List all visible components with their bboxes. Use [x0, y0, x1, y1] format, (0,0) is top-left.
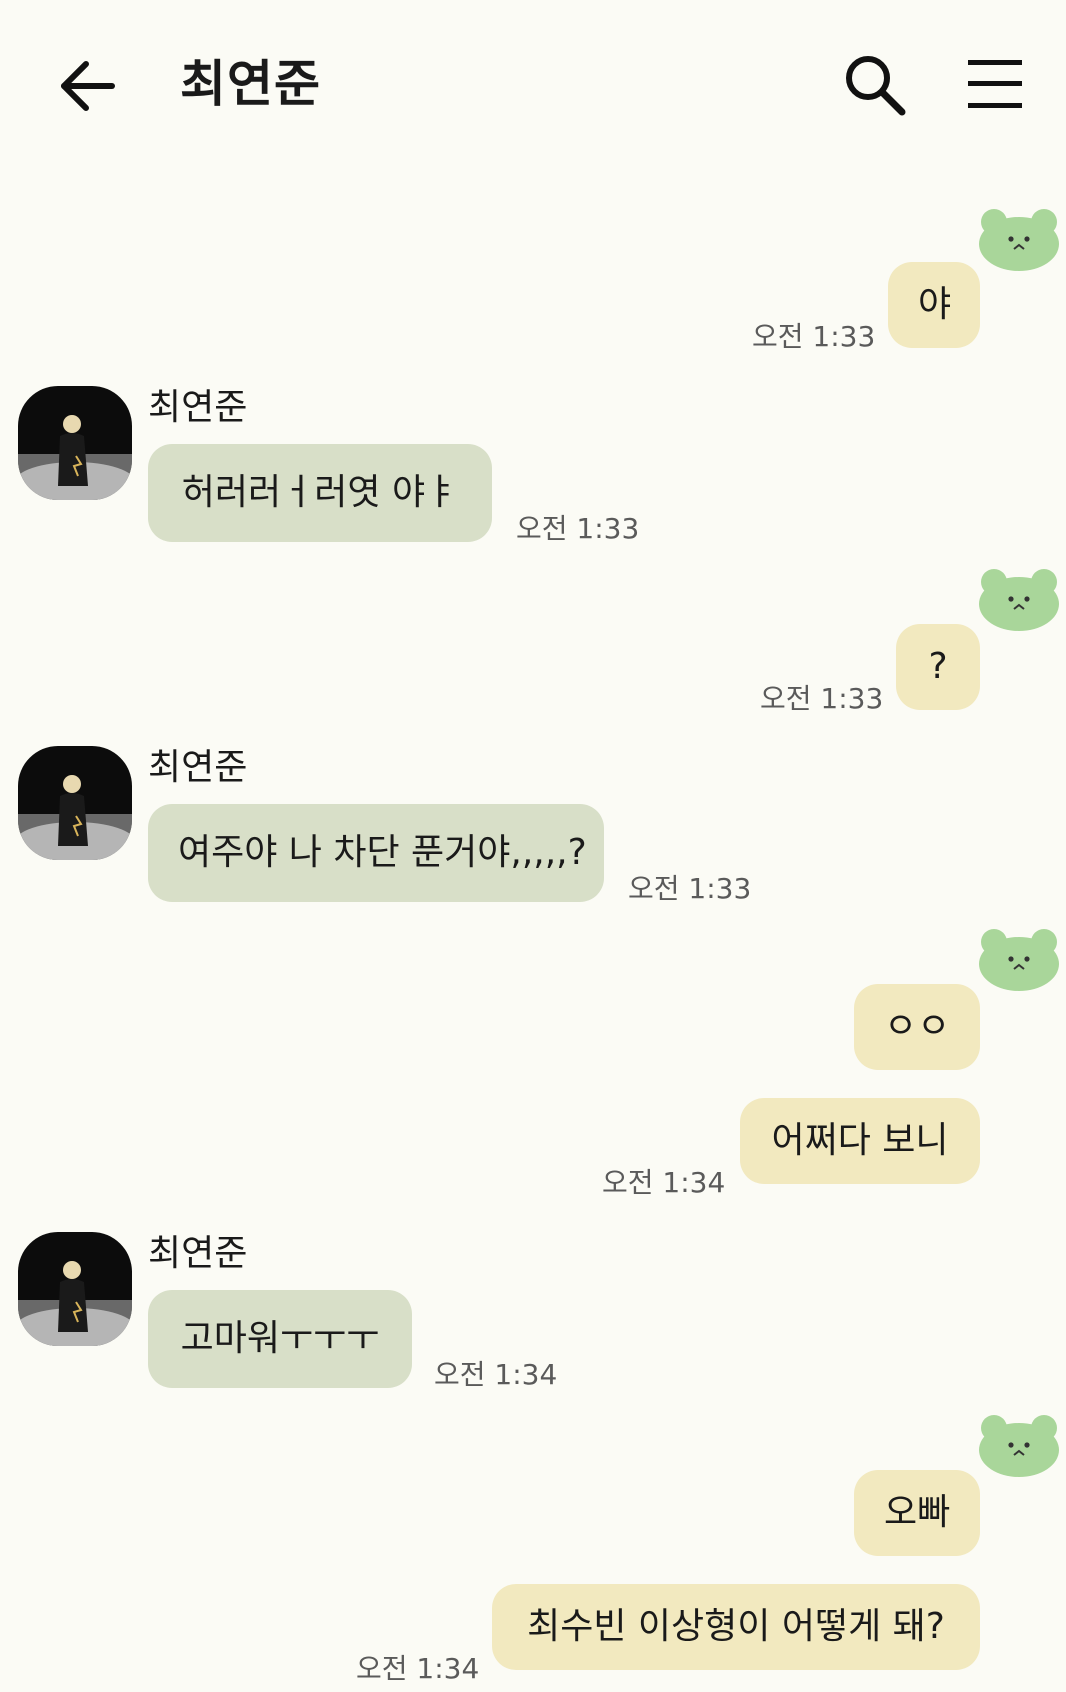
message-time: 오전 1:33 [516, 512, 640, 545]
back-button[interactable] [58, 56, 118, 116]
chat-header: 최연준 [0, 0, 1066, 170]
my-message-bubble: 최수빈 이상형이 어떻게 돼? [492, 1584, 980, 1670]
message-time: 오전 1:33 [752, 320, 876, 353]
message-time: 오전 1:33 [628, 872, 752, 905]
my-message-bubble: 어쩌다 보니 [740, 1098, 980, 1184]
message-time: 오전 1:34 [602, 1166, 726, 1199]
bear-sticker-icon [978, 206, 1060, 272]
search-button[interactable] [842, 52, 908, 118]
search-icon [846, 56, 906, 116]
message-time: 오전 1:33 [760, 682, 884, 715]
bear-sticker-icon [978, 566, 1060, 632]
avatar[interactable] [18, 386, 132, 500]
my-message-bubble: ? [896, 624, 980, 710]
chat-title: 최연준 [180, 55, 321, 113]
message-time: 오전 1:34 [356, 1652, 480, 1685]
bear-sticker-icon [978, 926, 1060, 992]
avatar[interactable] [18, 746, 132, 860]
my-message-bubble: 야 [888, 262, 980, 348]
menu-icon [968, 60, 1022, 108]
message-time: 오전 1:34 [434, 1358, 558, 1391]
sender-name: 최연준 [148, 1233, 248, 1274]
avatar[interactable] [18, 1232, 132, 1346]
their-message-bubble: 고마워ㅜㅜㅜ [148, 1290, 412, 1388]
their-message-bubble: 여주야 나 차단 푼거야,,,,,? [148, 804, 604, 902]
arrow-left-icon [61, 61, 115, 111]
menu-button[interactable] [966, 58, 1024, 110]
my-message-bubble: 오빠 [854, 1470, 980, 1556]
bear-sticker-icon [978, 1412, 1060, 1478]
my-message-bubble: ㅇㅇ [854, 984, 980, 1070]
their-message-bubble: 허러러ㅓ러엿 야ㅑ [148, 444, 492, 542]
sender-name: 최연준 [148, 747, 248, 788]
sender-name: 최연준 [148, 387, 248, 428]
